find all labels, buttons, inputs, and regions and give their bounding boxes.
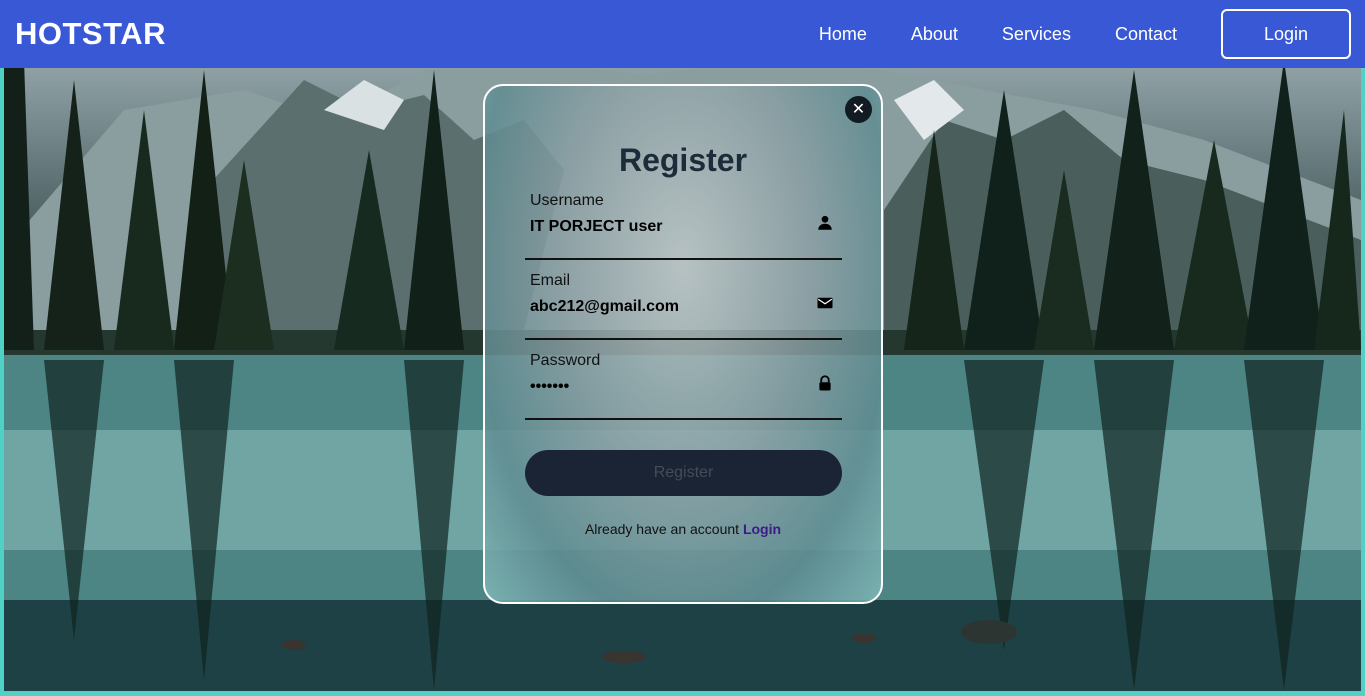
password-input[interactable] bbox=[530, 376, 800, 398]
top-navbar: HOTSTAR Home About Services Contact Logi… bbox=[0, 0, 1365, 68]
password-field: Password bbox=[525, 340, 842, 420]
register-submit-button[interactable]: Register bbox=[525, 450, 842, 496]
nav-menu: Home About Services Contact Login bbox=[819, 9, 1351, 59]
brand-logo[interactable]: HOTSTAR bbox=[15, 16, 166, 52]
username-label: Username bbox=[530, 192, 604, 209]
lock-icon bbox=[819, 375, 831, 391]
login-prompt: Already have an account Login bbox=[485, 521, 881, 537]
login-prompt-text: Already have an account bbox=[584, 521, 740, 537]
username-input[interactable] bbox=[530, 216, 800, 238]
email-input[interactable] bbox=[530, 296, 800, 318]
login-link[interactable]: Login bbox=[743, 521, 781, 537]
modal-title: Register bbox=[618, 142, 748, 178]
person-icon bbox=[818, 215, 832, 230]
username-field: Username bbox=[525, 180, 842, 260]
nav-link-services[interactable]: Services bbox=[1002, 24, 1071, 45]
close-icon[interactable]: ✕ bbox=[845, 96, 872, 123]
mail-icon bbox=[817, 297, 833, 309]
register-modal: ✕ Register Username Email Password Regis… bbox=[483, 84, 883, 604]
email-label: Email bbox=[530, 272, 571, 289]
nav-link-about[interactable]: About bbox=[911, 24, 958, 45]
nav-link-contact[interactable]: Contact bbox=[1115, 24, 1177, 45]
password-label: Password bbox=[530, 352, 601, 369]
nav-link-home[interactable]: Home bbox=[819, 24, 867, 45]
nav-login-button[interactable]: Login bbox=[1221, 9, 1351, 59]
email-field: Email bbox=[525, 260, 842, 340]
